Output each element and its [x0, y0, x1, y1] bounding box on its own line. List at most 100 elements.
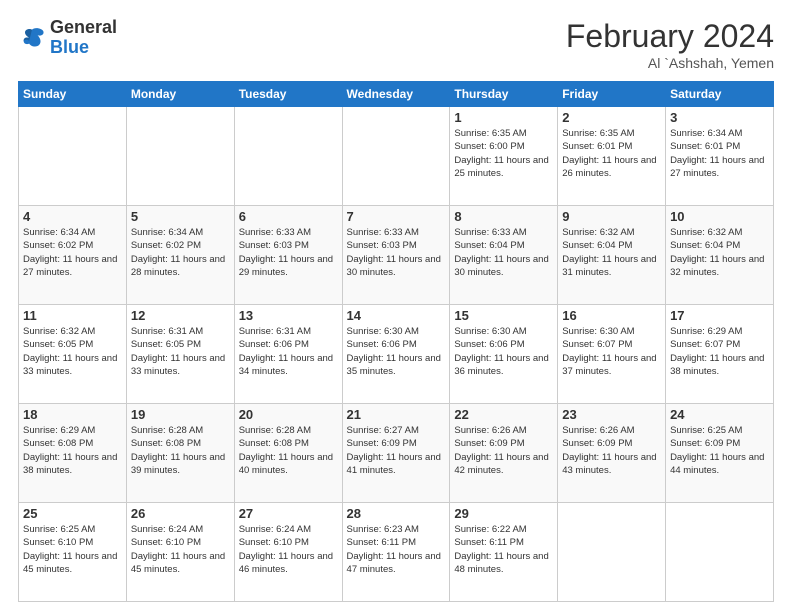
calendar-week-row: 1Sunrise: 6:35 AM Sunset: 6:00 PM Daylig…	[19, 107, 774, 206]
day-number: 1	[454, 110, 553, 125]
calendar-cell: 10 Sunrise: 6:32 AM Sunset: 6:04 PM Dayli…	[666, 206, 774, 305]
day-info: Sunrise: 6:32 AM Sunset: 6:04 PM Dayligh…	[562, 226, 661, 279]
day-info: Sunrise: 6:23 AM Sunset: 6:11 PM Dayligh…	[347, 523, 446, 576]
day-number: 22	[454, 407, 553, 422]
day-number: 9	[562, 209, 661, 224]
calendar-cell: 9 Sunrise: 6:32 AM Sunset: 6:04 PM Daylig…	[558, 206, 666, 305]
calendar-cell: 24 Sunrise: 6:25 AM Sunset: 6:09 PM Dayli…	[666, 404, 774, 503]
day-number: 27	[239, 506, 338, 521]
calendar-cell: 28 Sunrise: 6:23 AM Sunset: 6:11 PM Dayli…	[342, 503, 450, 602]
title-month: February 2024	[566, 18, 774, 55]
calendar-cell: 12Sunrise: 6:31 AM Sunset: 6:05 PM Dayli…	[126, 305, 234, 404]
day-info: Sunrise: 6:26 AM Sunset: 6:09 PM Dayligh…	[454, 424, 553, 477]
logo-general: General	[50, 18, 117, 38]
day-info: Sunrise: 6:34 AM Sunset: 6:01 PM Dayligh…	[670, 127, 769, 180]
day-info: Sunrise: 6:28 AM Sunset: 6:08 PM Dayligh…	[239, 424, 338, 477]
calendar-week-row: 4 Sunrise: 6:34 AM Sunset: 6:02 PM Daylig…	[19, 206, 774, 305]
calendar-week-row: 25 Sunrise: 6:25 AM Sunset: 6:10 PM Dayli…	[19, 503, 774, 602]
day-number: 26	[131, 506, 230, 521]
calendar-cell: 25 Sunrise: 6:25 AM Sunset: 6:10 PM Dayli…	[19, 503, 127, 602]
day-number: 11	[23, 308, 122, 323]
day-info: Sunrise: 6:34 AM Sunset: 6:02 PM Dayligh…	[131, 226, 230, 279]
day-number: 15	[454, 308, 553, 323]
logo-bird-icon	[18, 24, 46, 52]
day-header-sunday: Sunday	[19, 82, 127, 107]
day-number: 7	[347, 209, 446, 224]
day-info: Sunrise: 6:25 AM Sunset: 6:09 PM Dayligh…	[670, 424, 769, 477]
calendar-cell: 5 Sunrise: 6:34 AM Sunset: 6:02 PM Daylig…	[126, 206, 234, 305]
day-info: Sunrise: 6:31 AM Sunset: 6:05 PM Dayligh…	[131, 325, 230, 378]
day-header-wednesday: Wednesday	[342, 82, 450, 107]
day-number: 28	[347, 506, 446, 521]
calendar-cell	[342, 107, 450, 206]
calendar-cell: 22 Sunrise: 6:26 AM Sunset: 6:09 PM Dayli…	[450, 404, 558, 503]
day-header-saturday: Saturday	[666, 82, 774, 107]
day-info: Sunrise: 6:33 AM Sunset: 6:04 PM Dayligh…	[454, 226, 553, 279]
calendar-table: SundayMondayTuesdayWednesdayThursdayFrid…	[18, 81, 774, 602]
day-number: 6	[239, 209, 338, 224]
day-number: 5	[131, 209, 230, 224]
calendar-cell	[126, 107, 234, 206]
day-number: 3	[670, 110, 769, 125]
calendar-header-row: SundayMondayTuesdayWednesdayThursdayFrid…	[19, 82, 774, 107]
day-number: 23	[562, 407, 661, 422]
calendar-cell: 8 Sunrise: 6:33 AM Sunset: 6:04 PM Daylig…	[450, 206, 558, 305]
calendar-cell: 17 Sunrise: 6:29 AM Sunset: 6:07 PM Dayli…	[666, 305, 774, 404]
day-number: 2	[562, 110, 661, 125]
calendar-cell: 26Sunrise: 6:24 AM Sunset: 6:10 PM Dayli…	[126, 503, 234, 602]
day-info: Sunrise: 6:33 AM Sunset: 6:03 PM Dayligh…	[239, 226, 338, 279]
day-number: 10	[670, 209, 769, 224]
calendar-week-row: 11 Sunrise: 6:32 AM Sunset: 6:05 PM Dayli…	[19, 305, 774, 404]
day-number: 16	[562, 308, 661, 323]
day-number: 25	[23, 506, 122, 521]
day-header-friday: Friday	[558, 82, 666, 107]
day-number: 19	[131, 407, 230, 422]
day-number: 4	[23, 209, 122, 224]
day-header-monday: Monday	[126, 82, 234, 107]
day-info: Sunrise: 6:25 AM Sunset: 6:10 PM Dayligh…	[23, 523, 122, 576]
calendar-cell: 18Sunrise: 6:29 AM Sunset: 6:08 PM Dayli…	[19, 404, 127, 503]
calendar-cell: 16 Sunrise: 6:30 AM Sunset: 6:07 PM Dayli…	[558, 305, 666, 404]
logo-blue: Blue	[50, 38, 117, 58]
day-info: Sunrise: 6:32 AM Sunset: 6:05 PM Dayligh…	[23, 325, 122, 378]
calendar-cell: 21 Sunrise: 6:27 AM Sunset: 6:09 PM Dayli…	[342, 404, 450, 503]
day-number: 8	[454, 209, 553, 224]
day-info: Sunrise: 6:29 AM Sunset: 6:07 PM Dayligh…	[670, 325, 769, 378]
calendar-cell: 2Sunrise: 6:35 AM Sunset: 6:01 PM Daylig…	[558, 107, 666, 206]
title-location: Al `Ashshah, Yemen	[566, 55, 774, 71]
day-info: Sunrise: 6:30 AM Sunset: 6:06 PM Dayligh…	[347, 325, 446, 378]
day-number: 20	[239, 407, 338, 422]
day-info: Sunrise: 6:30 AM Sunset: 6:07 PM Dayligh…	[562, 325, 661, 378]
day-header-thursday: Thursday	[450, 82, 558, 107]
calendar-cell	[666, 503, 774, 602]
logo-text: General Blue	[50, 18, 117, 58]
calendar-cell: 6 Sunrise: 6:33 AM Sunset: 6:03 PM Daylig…	[234, 206, 342, 305]
day-info: Sunrise: 6:32 AM Sunset: 6:04 PM Dayligh…	[670, 226, 769, 279]
day-info: Sunrise: 6:26 AM Sunset: 6:09 PM Dayligh…	[562, 424, 661, 477]
calendar-cell: 29 Sunrise: 6:22 AM Sunset: 6:11 PM Dayli…	[450, 503, 558, 602]
day-number: 17	[670, 308, 769, 323]
day-info: Sunrise: 6:22 AM Sunset: 6:11 PM Dayligh…	[454, 523, 553, 576]
day-number: 21	[347, 407, 446, 422]
day-info: Sunrise: 6:33 AM Sunset: 6:03 PM Dayligh…	[347, 226, 446, 279]
calendar-cell: 27Sunrise: 6:24 AM Sunset: 6:10 PM Dayli…	[234, 503, 342, 602]
day-number: 14	[347, 308, 446, 323]
header: General Blue February 2024 Al `Ashshah, …	[18, 18, 774, 71]
day-number: 13	[239, 308, 338, 323]
calendar-cell	[234, 107, 342, 206]
day-info: Sunrise: 6:31 AM Sunset: 6:06 PM Dayligh…	[239, 325, 338, 378]
logo: General Blue	[18, 18, 117, 58]
day-info: Sunrise: 6:28 AM Sunset: 6:08 PM Dayligh…	[131, 424, 230, 477]
day-number: 29	[454, 506, 553, 521]
calendar-cell: 14 Sunrise: 6:30 AM Sunset: 6:06 PM Dayli…	[342, 305, 450, 404]
day-number: 24	[670, 407, 769, 422]
day-header-tuesday: Tuesday	[234, 82, 342, 107]
calendar-cell: 15 Sunrise: 6:30 AM Sunset: 6:06 PM Dayli…	[450, 305, 558, 404]
day-info: Sunrise: 6:34 AM Sunset: 6:02 PM Dayligh…	[23, 226, 122, 279]
day-info: Sunrise: 6:30 AM Sunset: 6:06 PM Dayligh…	[454, 325, 553, 378]
day-info: Sunrise: 6:27 AM Sunset: 6:09 PM Dayligh…	[347, 424, 446, 477]
day-number: 18	[23, 407, 122, 422]
calendar-week-row: 18Sunrise: 6:29 AM Sunset: 6:08 PM Dayli…	[19, 404, 774, 503]
calendar-cell: 13 Sunrise: 6:31 AM Sunset: 6:06 PM Dayli…	[234, 305, 342, 404]
calendar-cell: 11 Sunrise: 6:32 AM Sunset: 6:05 PM Dayli…	[19, 305, 127, 404]
